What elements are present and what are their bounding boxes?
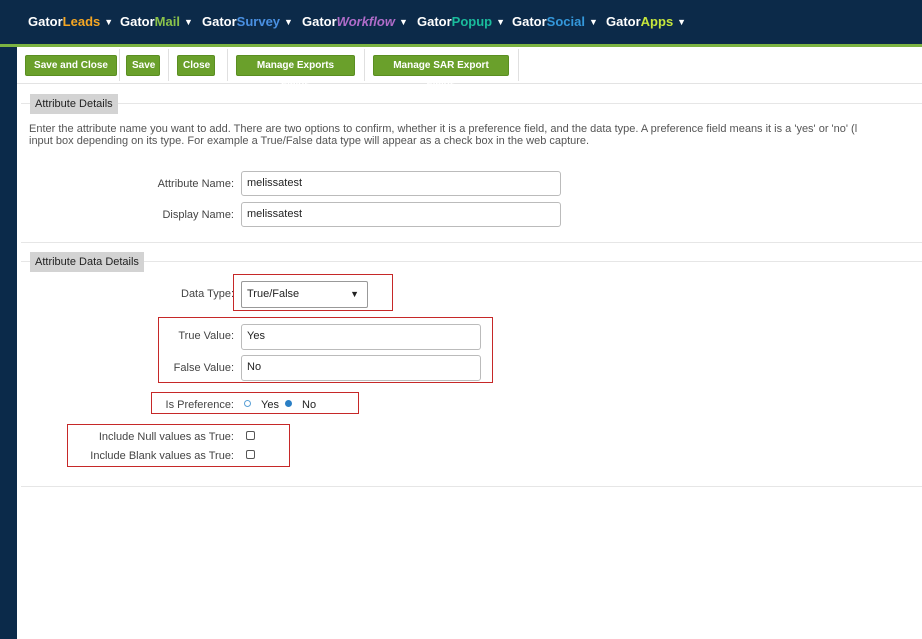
attribute-name-label: Attribute Name: bbox=[157, 178, 234, 190]
include-null-checkbox[interactable] bbox=[246, 431, 255, 440]
preference-yes-radio[interactable] bbox=[244, 400, 251, 407]
attribute-details-heading: Attribute Details bbox=[30, 94, 118, 114]
manage-exports-fields-button[interactable]: Manage Exports Fields bbox=[236, 55, 355, 90]
false-value-input[interactable]: No bbox=[241, 355, 481, 381]
true-value-input[interactable]: Yes bbox=[241, 324, 481, 350]
preference-no-radio[interactable] bbox=[285, 400, 292, 407]
nav-prefix: Gator bbox=[606, 14, 641, 29]
main-content: Save and Close Save Close Manage Exports… bbox=[17, 47, 922, 639]
toolbar-divider bbox=[227, 49, 228, 81]
nav-suffix: Apps bbox=[640, 14, 674, 29]
action-toolbar: Save and Close Save Close Manage Exports… bbox=[17, 47, 922, 90]
nav-gatorsocial[interactable]: GatorSocial ▼ bbox=[512, 14, 598, 29]
nav-suffix: Popup bbox=[451, 14, 493, 29]
nav-gatorworkflow[interactable]: GatorWorkflow ▼ bbox=[302, 14, 408, 29]
chevron-down-icon: ▼ bbox=[284, 17, 293, 27]
nav-prefix: Gator bbox=[512, 14, 547, 29]
nav-suffix: Leads bbox=[62, 14, 101, 29]
display-name-input[interactable]: melissatest bbox=[241, 202, 561, 227]
nav-prefix: Gator bbox=[120, 14, 155, 29]
section-divider bbox=[21, 486, 922, 487]
toolbar-divider bbox=[518, 49, 519, 81]
save-and-close-button[interactable]: Save and Close bbox=[25, 55, 117, 76]
nav-prefix: Gator bbox=[28, 14, 63, 29]
nav-suffix: Social bbox=[546, 14, 585, 29]
nav-gatormail[interactable]: GatorMail ▼ bbox=[120, 14, 193, 29]
chevron-down-icon: ▼ bbox=[183, 17, 193, 27]
top-navigation-bar: GatorLeads ▼ GatorMail ▼ GatorSurvey ▼ Gato… bbox=[0, 0, 922, 47]
attribute-description: Enter the attribute name you want to add… bbox=[29, 123, 922, 147]
chevron-down-icon: ▼ bbox=[398, 17, 408, 27]
section-divider bbox=[21, 261, 922, 262]
nav-prefix: Gator bbox=[417, 14, 452, 29]
nav-suffix: Workflow bbox=[336, 14, 395, 29]
attribute-data-details-heading: Attribute Data Details bbox=[30, 252, 144, 272]
false-value-label: False Value: bbox=[173, 362, 234, 374]
description-line: Enter the attribute name you want to add… bbox=[29, 123, 858, 135]
data-type-select[interactable]: True/False ▼ bbox=[241, 281, 368, 308]
manage-sar-export-fields-button[interactable]: Manage SAR Export Fields bbox=[373, 55, 509, 90]
true-value-label: True Value: bbox=[178, 330, 234, 342]
nav-suffix: Mail bbox=[154, 14, 180, 29]
section-divider bbox=[21, 103, 922, 104]
nav-gatorsurvey[interactable]: GatorSurvey ▼ bbox=[202, 14, 293, 29]
description-line: input box depending on its type. For exa… bbox=[29, 135, 590, 147]
close-button[interactable]: Close bbox=[177, 55, 215, 76]
save-button[interactable]: Save bbox=[126, 55, 160, 76]
data-type-value: True/False bbox=[247, 288, 300, 300]
nav-prefix: Gator bbox=[202, 14, 237, 29]
nav-prefix: Gator bbox=[302, 14, 337, 29]
data-type-label: Data Type: bbox=[181, 288, 234, 300]
include-blank-label: Include Blank values as True: bbox=[90, 450, 234, 462]
section-divider bbox=[21, 242, 922, 243]
preference-no-label: No bbox=[302, 399, 317, 411]
chevron-down-icon: ▼ bbox=[496, 17, 506, 27]
chevron-down-icon: ▼ bbox=[677, 17, 687, 27]
include-null-label: Include Null values as True: bbox=[98, 431, 234, 443]
display-name-label: Display Name: bbox=[162, 209, 234, 221]
chevron-down-icon: ▼ bbox=[104, 17, 114, 27]
toolbar-divider bbox=[119, 49, 120, 81]
left-sidebar-strip bbox=[0, 47, 17, 639]
include-blank-checkbox[interactable] bbox=[246, 450, 255, 459]
nav-gatorleads[interactable]: GatorLeads ▼ bbox=[28, 14, 113, 29]
chevron-down-icon: ▼ bbox=[588, 17, 598, 27]
nav-gatorpopup[interactable]: GatorPopup ▼ bbox=[417, 14, 505, 29]
nav-gatorapps[interactable]: GatorApps ▼ bbox=[606, 14, 686, 29]
dropdown-arrow-icon: ▼ bbox=[350, 289, 359, 299]
preference-yes-label: Yes bbox=[261, 399, 279, 411]
toolbar-divider bbox=[168, 49, 169, 81]
toolbar-divider bbox=[364, 49, 365, 81]
is-preference-label: Is Preference: bbox=[165, 399, 234, 411]
nav-suffix: Survey bbox=[236, 14, 281, 29]
attribute-name-input[interactable]: melissatest bbox=[241, 171, 561, 196]
